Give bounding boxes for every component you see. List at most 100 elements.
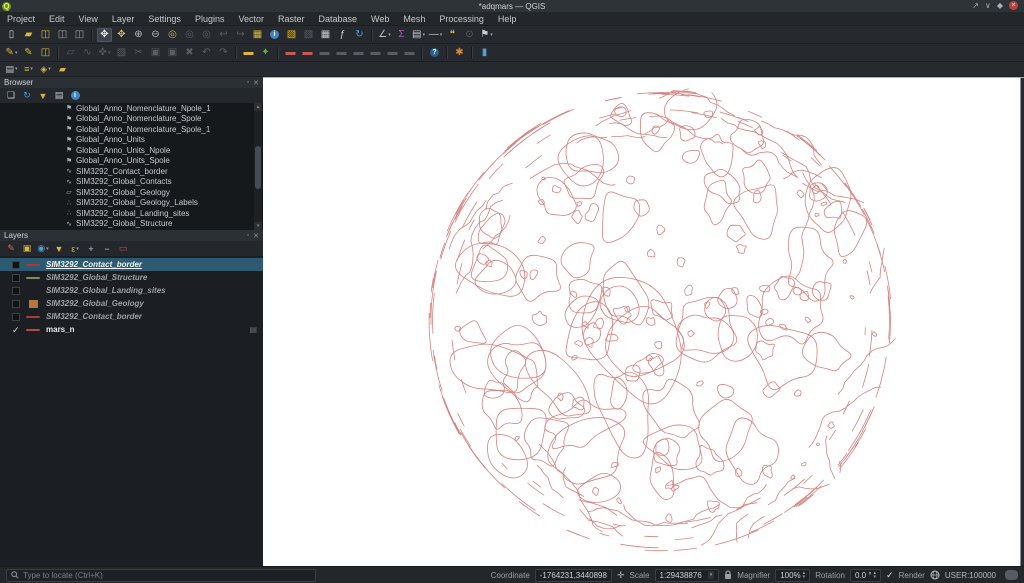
- delete-selected-icon[interactable]: ✖: [182, 46, 197, 60]
- layer-row[interactable]: SIM3292_Global_Landing_sites: [0, 284, 263, 297]
- coordinate-input[interactable]: -1764231,3440898: [535, 569, 612, 582]
- menu-view[interactable]: View: [72, 14, 105, 24]
- menu-processing[interactable]: Processing: [432, 14, 491, 24]
- zoom-last-icon[interactable]: ↩: [216, 28, 231, 42]
- shade-icon[interactable]: ∨: [985, 1, 991, 11]
- measure-icon[interactable]: ∠▾: [377, 28, 392, 42]
- zoom-full-icon[interactable]: ◎: [165, 28, 180, 42]
- attribute-table-icon[interactable]: ▦: [318, 28, 333, 42]
- highlight-labels-icon[interactable]: ▬: [300, 46, 315, 60]
- menu-layer[interactable]: Layer: [105, 14, 142, 24]
- locator-search-input[interactable]: Type to locate (Ctrl+K): [6, 569, 316, 582]
- menu-help[interactable]: Help: [491, 14, 524, 24]
- layer-visibility-checkbox[interactable]: [12, 313, 20, 321]
- touch-tool-icon[interactable]: ✱: [452, 46, 467, 60]
- zoom-native-icon[interactable]: ⊙: [462, 28, 477, 42]
- layer-visibility-checkbox[interactable]: [12, 261, 20, 269]
- add-selected-layers-icon[interactable]: ❏: [4, 89, 18, 102]
- scroll-thumb[interactable]: [255, 146, 261, 189]
- zoom-to-selection-icon[interactable]: ◎: [182, 28, 197, 42]
- menu-project[interactable]: Project: [0, 14, 42, 24]
- browser-item[interactable]: ∿SIM3292_Global_Structure: [0, 219, 263, 230]
- save-layer-edits-icon[interactable]: ◫: [38, 46, 53, 60]
- filter-browser-icon[interactable]: ▼: [36, 89, 50, 102]
- close-icon[interactable]: ×: [1009, 1, 1018, 10]
- data-source-manager-icon[interactable]: ▤▾: [4, 63, 19, 75]
- spinner-arrows-icon[interactable]: ▴▾: [803, 571, 806, 579]
- browser-scrollbar[interactable]: ▴ ▾: [254, 103, 262, 230]
- pin-labels-icon[interactable]: ▬: [283, 46, 298, 60]
- properties-widget-icon[interactable]: ▤: [52, 89, 66, 102]
- layer-row[interactable]: SIM3292_Contact_border: [0, 310, 263, 323]
- menu-settings[interactable]: Settings: [141, 14, 188, 24]
- zoom-out-icon[interactable]: ⊖: [148, 28, 163, 42]
- add-layer-menu-icon[interactable]: ≡▾: [21, 63, 36, 75]
- move-label-icon[interactable]: ▬: [317, 46, 332, 60]
- save-project-icon[interactable]: ◫: [38, 28, 53, 42]
- collapsed-panel-strip[interactable]: [1020, 78, 1024, 566]
- scroll-up-icon[interactable]: ▴: [254, 103, 262, 111]
- menu-database[interactable]: Database: [312, 14, 365, 24]
- layer-styling-icon[interactable]: ✎: [4, 242, 18, 255]
- crs-button[interactable]: USER:100000: [945, 571, 996, 580]
- refresh-map-icon[interactable]: ↻: [352, 28, 367, 42]
- zoom-next-icon[interactable]: ↪: [233, 28, 248, 42]
- refresh-browser-icon[interactable]: ↻: [20, 89, 34, 102]
- annotation-icon[interactable]: —▾: [428, 28, 443, 42]
- browser-item[interactable]: ⚑Global_Anno_Units: [0, 135, 263, 146]
- close-panel-icon[interactable]: ✕: [253, 79, 259, 87]
- render-checkbox[interactable]: ✓: [886, 570, 894, 581]
- paste-features-icon[interactable]: ▣: [165, 46, 180, 60]
- map-tips-icon[interactable]: ❝: [445, 28, 460, 42]
- rotation-spinbox[interactable]: 0.0 ° ▴▾: [850, 569, 881, 582]
- open-project-icon[interactable]: ▰: [21, 28, 36, 42]
- label-callout-icon[interactable]: ▬: [402, 46, 417, 60]
- rotate-label-icon[interactable]: ▬: [334, 46, 349, 60]
- browser-item[interactable]: ∴SIM3292_Global_Landing_sites: [0, 208, 263, 219]
- menu-vector[interactable]: Vector: [231, 14, 271, 24]
- remove-layer-icon[interactable]: ▭: [116, 242, 130, 255]
- select-features-icon[interactable]: ▧: [284, 28, 299, 42]
- add-group-icon[interactable]: ▣: [20, 242, 34, 255]
- magnifier-spinbox[interactable]: 100% ▴▾: [775, 569, 810, 582]
- map-themes-icon[interactable]: ◉▾: [36, 242, 50, 255]
- layer-row[interactable]: SIM3292_Global_Geology: [0, 297, 263, 310]
- menu-raster[interactable]: Raster: [271, 14, 312, 24]
- new-geopackage-layer-icon[interactable]: ◈▾: [38, 63, 53, 75]
- layout-manager-icon[interactable]: ▤▾: [411, 28, 426, 42]
- new-shapefile-layer-icon[interactable]: ▰: [55, 63, 70, 75]
- browser-item[interactable]: ∴SIM3292_Global_Geology_Labels: [0, 198, 263, 209]
- change-label-icon[interactable]: ▬: [351, 46, 366, 60]
- modify-attributes-icon[interactable]: ▧: [114, 46, 129, 60]
- browser-item[interactable]: ⚑Global_Anno_Units_Spole: [0, 156, 263, 167]
- new-3d-map-icon[interactable]: ▦: [250, 28, 265, 42]
- layer-visibility-checkbox[interactable]: [12, 300, 20, 308]
- dock-panel-icon[interactable]: ▮: [477, 46, 492, 60]
- spinner-arrows-icon[interactable]: ▴▾: [874, 571, 877, 579]
- zoom-to-layer-icon[interactable]: ◎: [199, 28, 214, 42]
- layer-row[interactable]: SIM3292_Contact_border: [0, 258, 263, 271]
- browser-item[interactable]: ⚑: [0, 229, 263, 230]
- expand-all-icon[interactable]: +: [84, 242, 98, 255]
- current-edits-icon[interactable]: ✎▾: [4, 46, 19, 60]
- browser-item[interactable]: ∿SIM3292_Contact_border: [0, 166, 263, 177]
- help-icon[interactable]: ?: [427, 46, 442, 60]
- redo-icon[interactable]: ↷: [216, 46, 231, 60]
- save-as-template-icon[interactable]: ◫: [72, 28, 87, 42]
- curved-label-icon[interactable]: ▬: [368, 46, 383, 60]
- filter-legend-icon[interactable]: ▼: [52, 242, 66, 255]
- identify-features-icon[interactable]: i: [267, 28, 282, 42]
- browser-item[interactable]: ⚑Global_Anno_Nomenclature_Npole_1: [0, 103, 263, 114]
- digitize-polygon-icon[interactable]: ▱: [63, 46, 78, 60]
- crs-globe-icon[interactable]: [930, 570, 940, 580]
- layer-visibility-checkbox[interactable]: ✓: [12, 326, 20, 334]
- field-calculator-icon[interactable]: ƒ: [335, 28, 350, 42]
- save-project-as-icon[interactable]: ◫: [55, 28, 70, 42]
- browser-item[interactable]: ⚑Global_Anno_Units_Npole: [0, 145, 263, 156]
- pin-icon[interactable]: ◆: [997, 1, 1003, 11]
- menu-web[interactable]: Web: [364, 14, 396, 24]
- keep-above-icon[interactable]: ↗: [972, 1, 979, 11]
- scale-combo[interactable]: 1:29438876 ▾: [655, 569, 720, 582]
- deselect-features-icon[interactable]: ▧: [301, 28, 316, 42]
- browser-item[interactable]: ⚑Global_Anno_Nomenclature_Spole_1: [0, 124, 263, 135]
